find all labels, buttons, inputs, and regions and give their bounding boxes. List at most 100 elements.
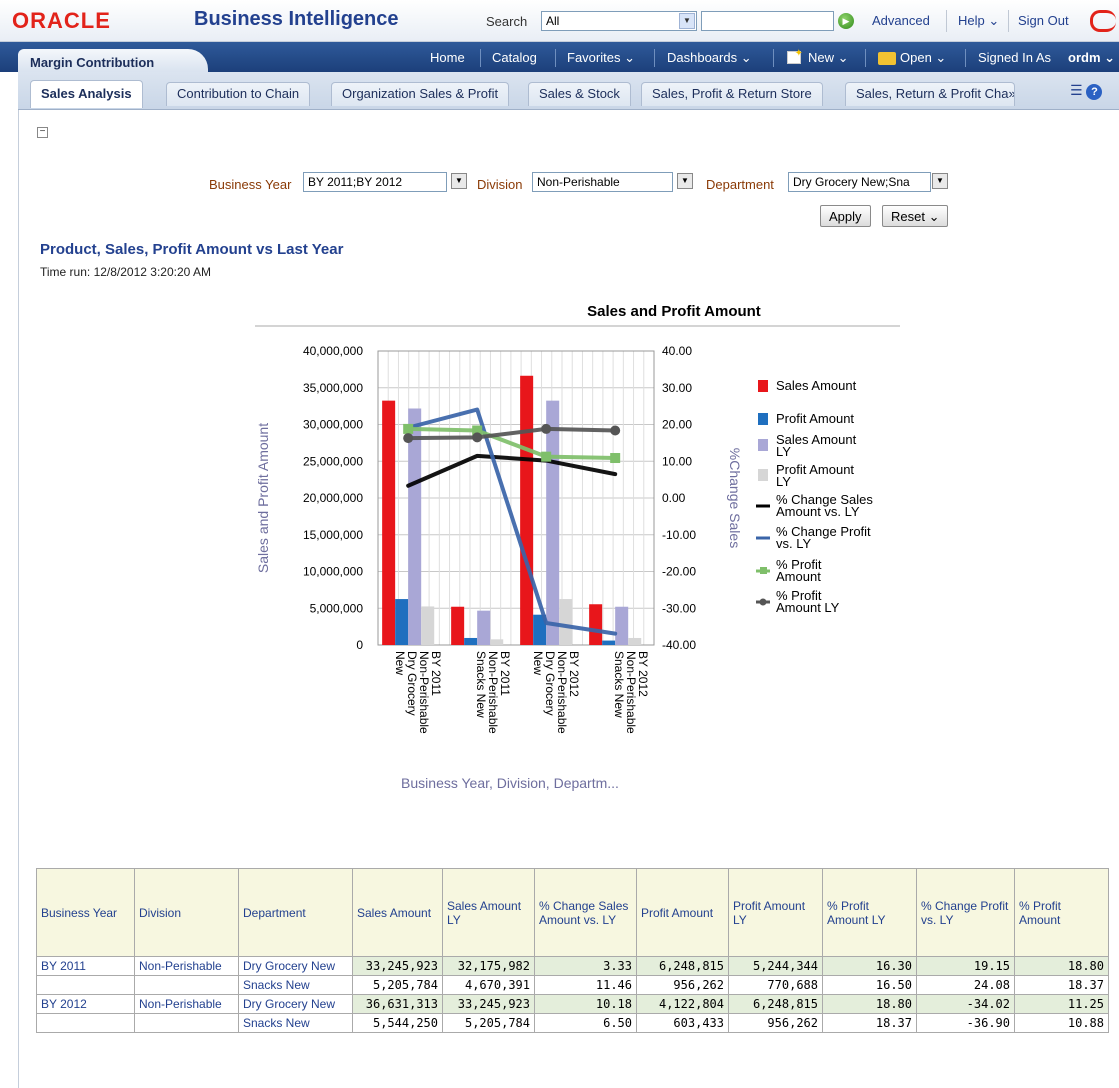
value-cell: 33,245,923 xyxy=(352,956,443,976)
division-cell[interactable]: Non-Perishable xyxy=(134,956,239,976)
x-tick-label: Snacks New xyxy=(612,651,626,718)
value-cell: 18.37 xyxy=(1014,975,1109,995)
catalog-link[interactable]: Catalog xyxy=(492,50,537,65)
legend-label: Amount xyxy=(776,569,821,584)
value-cell: 33,245,923 xyxy=(442,994,535,1014)
tab-sales-analysis[interactable]: Sales Analysis xyxy=(30,80,143,108)
legend-label: vs. LY xyxy=(776,536,811,551)
value-cell: 4,670,391 xyxy=(442,975,535,995)
y-tick-label: 5,000,000 xyxy=(310,601,364,615)
bar xyxy=(395,599,409,645)
search-scope-select[interactable]: All ▼ xyxy=(541,11,697,31)
legend-swatch xyxy=(758,413,768,425)
value-cell: 32,175,982 xyxy=(442,956,535,976)
year-cell[interactable]: BY 2011 xyxy=(36,956,135,976)
value-cell: 18.80 xyxy=(1014,956,1109,976)
column-header: % Change Profit vs. LY xyxy=(916,868,1015,957)
line-marker xyxy=(403,423,414,434)
page-options-icon[interactable]: ☰ ? xyxy=(1070,82,1103,100)
collapse-section-icon[interactable]: − xyxy=(37,127,48,138)
sign-out-link[interactable]: Sign Out xyxy=(1018,13,1069,28)
value-cell: 18.37 xyxy=(822,1013,917,1033)
tab-contribution-to-chain[interactable]: Contribution to Chain xyxy=(166,82,311,106)
value-cell: 5,205,784 xyxy=(352,975,443,995)
value-cell: 4,122,804 xyxy=(636,994,729,1014)
divider xyxy=(480,49,481,67)
y2-tick-label: -40.00 xyxy=(662,638,696,652)
department-cell[interactable]: Dry Grocery New xyxy=(238,956,353,976)
column-header: Profit Amount xyxy=(636,868,729,957)
business-year-field[interactable]: BY 2011;BY 2012 xyxy=(303,172,447,192)
tab-sales-stock[interactable]: Sales & Stock xyxy=(528,82,631,106)
value-cell: 5,544,250 xyxy=(352,1013,443,1033)
line-marker xyxy=(610,453,621,464)
divider xyxy=(1008,10,1009,32)
new-document-icon: ✦ xyxy=(787,48,803,64)
department-field[interactable]: Dry Grocery New;Sna xyxy=(788,172,931,192)
signed-in-label: Signed In As xyxy=(978,50,1051,65)
open-menu[interactable]: Open ⌄ xyxy=(900,50,946,66)
year-cell xyxy=(36,975,135,995)
y2-tick-label: 20.00 xyxy=(662,418,692,432)
tab-sales-return-profit-chain[interactable]: Sales, Return & Profit Cha» xyxy=(845,82,1015,106)
division-field[interactable]: Non-Perishable xyxy=(532,172,673,192)
data-table: Business Year Division Department Sales … xyxy=(36,868,1109,1033)
help-menu[interactable]: Help ⌄ xyxy=(958,13,999,29)
home-link[interactable]: Home xyxy=(430,50,465,65)
search-input[interactable] xyxy=(701,11,834,31)
department-cell[interactable]: Snacks New xyxy=(238,1013,353,1033)
value-cell: 10.88 xyxy=(1014,1013,1109,1033)
division-cell[interactable]: Non-Perishable xyxy=(134,994,239,1014)
bar xyxy=(490,639,504,645)
tab-sales-profit-return-store[interactable]: Sales, Profit & Return Store xyxy=(641,82,823,106)
y2-tick-label: -10.00 xyxy=(662,528,696,542)
sales-profit-chart: Sales and Profit Amount 40,000,000 35,000,… xyxy=(255,303,900,791)
line-marker xyxy=(610,425,621,436)
apply-button[interactable]: Apply xyxy=(820,205,871,227)
value-cell: 770,688 xyxy=(728,975,823,995)
y2-tick-label: 0.00 xyxy=(662,491,686,505)
value-cell: 10.18 xyxy=(534,994,637,1014)
legend-swatch xyxy=(758,439,768,451)
tab-organization-sales-profit[interactable]: Organization Sales & Profit xyxy=(331,82,510,106)
column-header: % Profit Amount xyxy=(1014,868,1109,957)
search-label: Search xyxy=(486,14,528,29)
y-tick-label: 0 xyxy=(356,638,363,652)
value-cell: 24.08 xyxy=(916,975,1015,995)
y-tick-label: 30,000,000 xyxy=(303,418,363,432)
divider xyxy=(965,49,966,67)
department-dropdown[interactable]: ▼ xyxy=(932,173,948,189)
business-year-dropdown[interactable]: ▼ xyxy=(451,173,467,189)
column-header: Profit Amount LY xyxy=(728,868,823,957)
user-menu[interactable]: ordm ⌄ xyxy=(1068,50,1115,66)
favorites-menu[interactable]: Favorites ⌄ xyxy=(567,50,635,66)
y2-tick-label: 30.00 xyxy=(662,381,692,395)
chart-title: Sales and Profit Amount xyxy=(587,303,761,320)
department-cell[interactable]: Snacks New xyxy=(238,975,353,995)
help-icon[interactable]: ? xyxy=(1086,84,1103,100)
year-cell[interactable]: BY 2012 xyxy=(36,994,135,1014)
search-go-icon[interactable]: ▶ xyxy=(838,13,854,29)
divider xyxy=(865,49,866,67)
bar xyxy=(408,408,422,645)
division-dropdown[interactable]: ▼ xyxy=(677,173,693,189)
y-tick-label: 20,000,000 xyxy=(303,491,363,505)
legend-label: Amount vs. LY xyxy=(776,504,860,519)
divider xyxy=(773,49,774,67)
column-header: % Profit Amount LY xyxy=(822,868,917,957)
dashboards-menu[interactable]: Dashboards ⌄ xyxy=(667,50,752,66)
y2-axis-title: %Change Sales xyxy=(727,448,743,548)
bar xyxy=(559,599,573,645)
new-menu[interactable]: New ⌄ xyxy=(808,50,849,66)
oracle-logo: ORACLE xyxy=(12,8,111,33)
legend-label: LY xyxy=(776,474,791,489)
table-header-row: Business Year Division Department Sales … xyxy=(36,868,1109,957)
legend-swatch xyxy=(758,469,768,481)
legend-label: Profit Amount xyxy=(776,411,854,426)
advanced-link[interactable]: Advanced xyxy=(872,13,930,28)
reset-button[interactable]: Reset ⌄ xyxy=(882,205,949,227)
value-cell: 603,433 xyxy=(636,1013,729,1033)
table-row: Snacks New 5,205,784 4,670,391 11.46 956,262… xyxy=(36,975,1109,995)
bar xyxy=(546,400,560,645)
department-cell[interactable]: Dry Grocery New xyxy=(238,994,353,1014)
